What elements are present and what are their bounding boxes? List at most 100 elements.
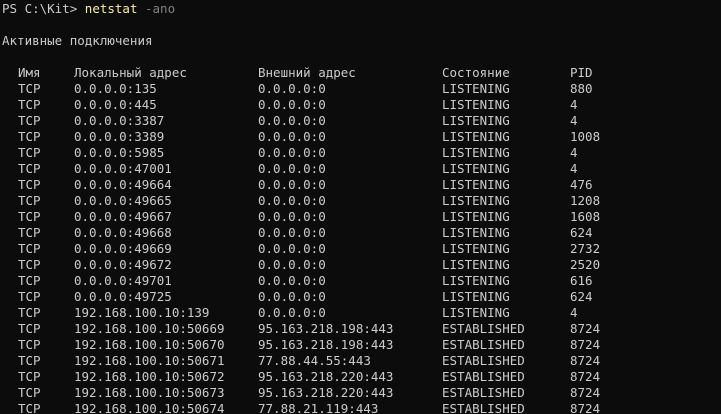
row-proto: TCP	[18, 209, 41, 224]
row-foreign-address: 0.0.0.0:0	[258, 113, 326, 128]
row-pid: 2732	[570, 241, 601, 256]
table-row: TCP 0.0.0.0:3389 0.0.0.0:0 LISTENING 1008	[0, 129, 721, 145]
row-pid: 4	[570, 305, 578, 320]
row-local-address: 0.0.0.0:49664	[74, 177, 172, 192]
row-proto: TCP	[18, 289, 41, 304]
row-proto: TCP	[18, 401, 41, 414]
header-proto: Имя	[18, 65, 41, 80]
row-state: LISTENING	[442, 113, 510, 128]
row-foreign-address: 0.0.0.0:0	[258, 209, 326, 224]
row-local-address: 192.168.100.10:50674	[74, 401, 225, 414]
table-row: TCP 192.168.100.10:50670 95.163.218.198:44…	[0, 337, 721, 353]
command-text: netstat	[84, 1, 138, 16]
row-state: LISTENING	[442, 241, 510, 256]
row-state: LISTENING	[442, 193, 510, 208]
row-local-address: 192.168.100.10:50669	[74, 321, 225, 336]
row-local-address: 192.168.100.10:50672	[74, 369, 225, 384]
row-state: LISTENING	[442, 161, 510, 176]
row-proto: TCP	[18, 241, 41, 256]
row-pid: 4	[570, 97, 578, 112]
row-state: LISTENING	[442, 225, 510, 240]
row-foreign-address: 95.163.218.198:443	[258, 321, 394, 336]
row-foreign-address: 0.0.0.0:0	[258, 193, 326, 208]
row-state: ESTABLISHED	[442, 321, 525, 336]
row-proto: TCP	[18, 369, 41, 384]
row-state: ESTABLISHED	[442, 353, 525, 368]
row-proto: TCP	[18, 305, 41, 320]
header-state: Состояние	[442, 65, 510, 80]
row-state: LISTENING	[442, 209, 510, 224]
prompt-text: PS C:\Kit>	[2, 1, 85, 16]
row-state: LISTENING	[442, 81, 510, 96]
row-local-address: 192.168.100.10:50670	[74, 337, 225, 352]
row-pid: 624	[570, 225, 593, 240]
row-foreign-address: 0.0.0.0:0	[258, 289, 326, 304]
row-state: LISTENING	[442, 97, 510, 112]
row-pid: 8724	[570, 321, 601, 336]
row-proto: TCP	[18, 225, 41, 240]
row-local-address: 0.0.0.0:5985	[74, 145, 165, 160]
row-state: LISTENING	[442, 305, 510, 320]
row-foreign-address: 0.0.0.0:0	[258, 225, 326, 240]
table-row: TCP 0.0.0.0:49669 0.0.0.0:0 LISTENING 2732	[0, 241, 721, 257]
row-state: LISTENING	[442, 145, 510, 160]
table-row: TCP 0.0.0.0:49664 0.0.0.0:0 LISTENING 476	[0, 177, 721, 193]
row-pid: 2520	[570, 257, 601, 272]
row-proto: TCP	[18, 161, 41, 176]
row-pid: 8724	[570, 385, 601, 400]
row-pid: 8724	[570, 401, 601, 414]
row-foreign-address: 95.163.218.220:443	[258, 369, 394, 384]
row-pid: 4	[570, 113, 578, 128]
terminal-window[interactable]: PS C:\Kit> netstat -ano Активные подключ…	[0, 0, 721, 414]
table-row: TCP 0.0.0.0:5985 0.0.0.0:0 LISTENING 4	[0, 145, 721, 161]
row-proto: TCP	[18, 177, 41, 192]
command-args: -ano	[137, 1, 176, 16]
row-local-address: 192.168.100.10:50671	[74, 353, 225, 368]
row-local-address: 0.0.0.0:49667	[74, 209, 172, 224]
row-pid: 476	[570, 177, 593, 192]
prompt-line: PS C:\Kit> netstat -ano	[2, 1, 175, 17]
row-proto: TCP	[18, 273, 41, 288]
row-foreign-address: 0.0.0.0:0	[258, 129, 326, 144]
row-proto: TCP	[18, 97, 41, 112]
table-row: TCP 0.0.0.0:49725 0.0.0.0:0 LISTENING 624	[0, 289, 721, 305]
table-row: TCP 0.0.0.0:49672 0.0.0.0:0 LISTENING 2520	[0, 257, 721, 273]
row-foreign-address: 0.0.0.0:0	[258, 97, 326, 112]
row-state: ESTABLISHED	[442, 337, 525, 352]
row-foreign-address: 95.163.218.220:443	[258, 385, 394, 400]
table-row: TCP 192.168.100.10:50674 77.88.21.119:443 E…	[0, 401, 721, 414]
row-state: ESTABLISHED	[442, 401, 525, 414]
row-proto: TCP	[18, 385, 41, 400]
row-local-address: 0.0.0.0:49725	[74, 289, 172, 304]
row-local-address: 0.0.0.0:49669	[74, 241, 172, 256]
table-row: TCP 192.168.100.10:50671 77.88.44.55:443 ES…	[0, 353, 721, 369]
table-row: TCP 192.168.100.10:50669 95.163.218.198:44…	[0, 321, 721, 337]
table-row: TCP 0.0.0.0:49665 0.0.0.0:0 LISTENING 1208	[0, 193, 721, 209]
row-state: LISTENING	[442, 273, 510, 288]
header-foreign-address: Внешний адрес	[258, 65, 356, 80]
row-pid: 1208	[570, 193, 601, 208]
row-foreign-address: 77.88.21.119:443	[258, 401, 379, 414]
table-row: TCP 0.0.0.0:445 0.0.0.0:0 LISTENING 4	[0, 97, 721, 113]
row-state: LISTENING	[442, 289, 510, 304]
row-local-address: 0.0.0.0:49672	[74, 257, 172, 272]
row-pid: 1608	[570, 209, 601, 224]
row-local-address: 0.0.0.0:47001	[74, 161, 172, 176]
table-row: TCP 0.0.0.0:49701 0.0.0.0:0 LISTENING 616	[0, 273, 721, 289]
row-local-address: 0.0.0.0:445	[74, 97, 157, 112]
row-pid: 880	[570, 81, 593, 96]
row-foreign-address: 0.0.0.0:0	[258, 257, 326, 272]
row-local-address: 192.168.100.10:139	[74, 305, 210, 320]
row-proto: TCP	[18, 353, 41, 368]
table-row: TCP 0.0.0.0:135 0.0.0.0:0 LISTENING 880	[0, 81, 721, 97]
row-foreign-address: 0.0.0.0:0	[258, 161, 326, 176]
row-foreign-address: 0.0.0.0:0	[258, 273, 326, 288]
row-pid: 1008	[570, 129, 601, 144]
row-foreign-address: 77.88.44.55:443	[258, 353, 371, 368]
row-foreign-address: 0.0.0.0:0	[258, 145, 326, 160]
row-foreign-address: 95.163.218.198:443	[258, 337, 394, 352]
table-row: TCP 192.168.100.10:50672 95.163.218.220:44…	[0, 369, 721, 385]
row-pid: 8724	[570, 353, 601, 368]
row-proto: TCP	[18, 145, 41, 160]
table-row: TCP 192.168.100.10:50673 95.163.218.220:44…	[0, 385, 721, 401]
